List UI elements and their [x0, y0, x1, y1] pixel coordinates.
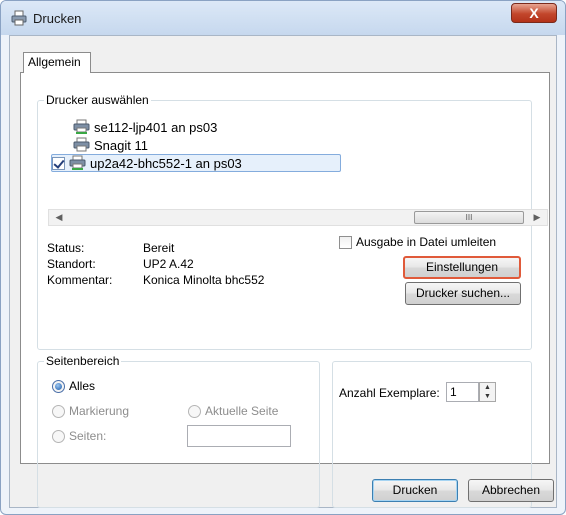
settings-button[interactable]: Einstellungen: [403, 256, 521, 279]
window-title: Drucken: [33, 11, 82, 26]
cancel-button[interactable]: Abbrechen: [468, 479, 554, 502]
printer-name: se112-ljp401 an ps03: [94, 119, 218, 135]
close-button[interactable]: X: [511, 3, 557, 23]
status-label: Status:: [47, 241, 85, 255]
pages-input[interactable]: [187, 425, 291, 447]
radio-current-page[interactable]: [188, 405, 201, 418]
scroll-left-icon[interactable]: ◀: [51, 210, 67, 225]
print-dialog: Drucken X Allgemein Drucker auswählen se…: [0, 0, 566, 515]
tab-panel-allgemein: Drucker auswählen se112-ljp401 an ps03 S…: [20, 72, 550, 508]
page-range-title: Seitenbereich: [44, 354, 122, 368]
printer-group-title: Drucker auswählen: [44, 93, 151, 107]
default-printer-check-icon: [52, 156, 65, 170]
scroll-right-icon[interactable]: ▶: [529, 210, 545, 225]
radio-pages[interactable]: [52, 430, 65, 443]
printer-item-snagit[interactable]: Snagit 11: [72, 136, 148, 154]
status-value: Bereit: [143, 241, 175, 255]
copies-input[interactable]: 1: [446, 382, 479, 402]
network-printer-icon: [73, 119, 90, 134]
dialog-body: Allgemein Drucker auswählen se112-ljp401…: [9, 35, 557, 508]
printer-name: Snagit 11: [94, 137, 148, 153]
find-printer-button[interactable]: Drucker suchen...: [405, 282, 521, 305]
printer-item-se112[interactable]: se112-ljp401 an ps03: [72, 118, 217, 136]
radio-all-label: Alles: [69, 379, 96, 393]
copies-label: Anzahl Exemplare:: [339, 386, 440, 400]
copies-value: 1: [450, 385, 457, 399]
radio-all[interactable]: [52, 380, 65, 393]
spin-up-icon[interactable]: ▲: [480, 383, 495, 392]
radio-pages-label: Seiten:: [69, 429, 107, 443]
radio-selection-label: Markierung: [69, 404, 130, 418]
tab-allgemein[interactable]: Allgemein: [23, 52, 91, 73]
network-printer-icon: [69, 155, 86, 170]
page-range-group: Seitenbereich Alles Markierung Aktuelle …: [37, 354, 320, 508]
print-to-file-label: Ausgabe in Datei umleiten: [356, 235, 497, 249]
printer-name: up2a42-bhc552-1 an ps03: [90, 155, 242, 171]
radio-current-page-label: Aktuelle Seite: [205, 404, 279, 418]
spin-down-icon[interactable]: ▼: [480, 392, 495, 401]
location-label: Standort:: [47, 257, 96, 271]
title-bar: Drucken X: [1, 1, 565, 35]
printer-item-up2a42[interactable]: up2a42-bhc552-1 an ps03: [51, 154, 341, 172]
location-value: UP2 A.42: [143, 257, 194, 271]
print-to-file-checkbox[interactable]: [339, 236, 352, 249]
print-button[interactable]: Drucken: [372, 479, 458, 502]
printer-list: se112-ljp401 an ps03 Snagit 11 up2a42-bh…: [48, 111, 548, 191]
printer-select-group: Drucker auswählen se112-ljp401 an ps03 S…: [37, 93, 548, 350]
printer-icon: [11, 10, 27, 26]
comment-value: Konica Minolta bhc552: [143, 273, 265, 287]
scroll-thumb[interactable]: III: [414, 211, 524, 224]
radio-selection[interactable]: [52, 405, 65, 418]
printer-icon: [73, 137, 90, 152]
printer-list-scrollbar[interactable]: ◀ III ▶: [48, 209, 548, 226]
copies-spinner[interactable]: ▲ ▼: [479, 382, 496, 402]
comment-label: Kommentar:: [47, 273, 113, 287]
